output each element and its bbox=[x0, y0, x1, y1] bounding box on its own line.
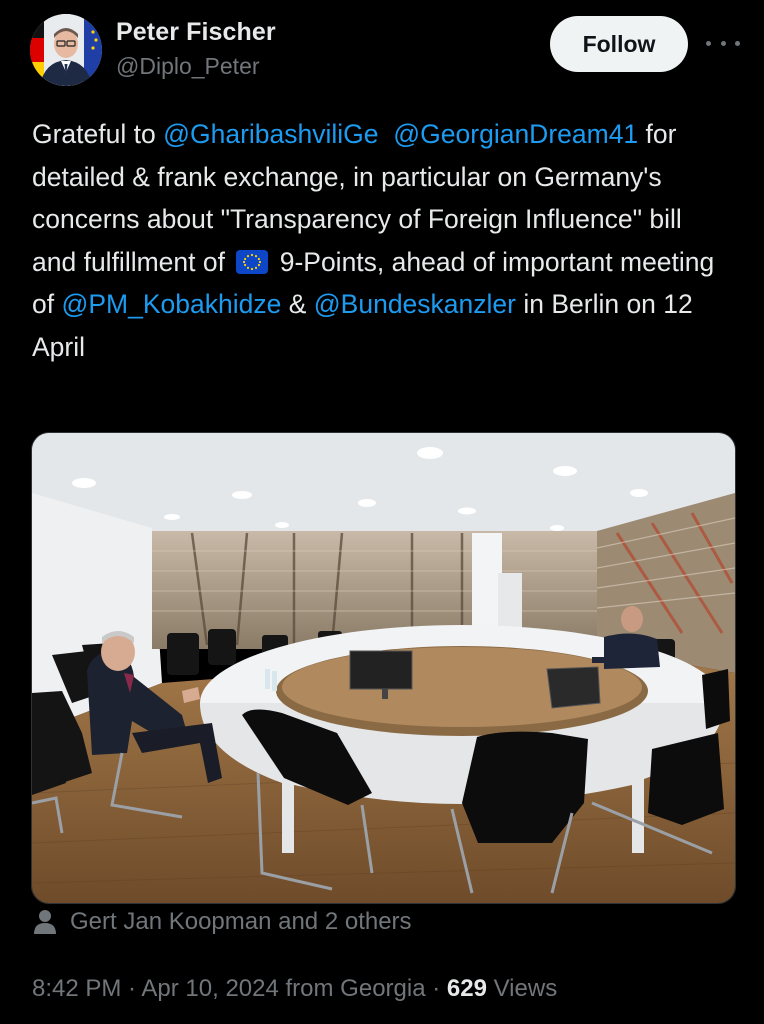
separator: · bbox=[121, 975, 142, 1002]
meeting-room-photo bbox=[32, 433, 735, 903]
views-label: Views bbox=[486, 975, 558, 1002]
views-count: 629 bbox=[446, 975, 487, 1002]
person-icon bbox=[34, 910, 56, 934]
tweet-text-segment: & bbox=[281, 289, 314, 319]
mention-link[interactable]: @PM_Kobakhidze bbox=[61, 289, 281, 319]
tweet-meta: 8:42 PM · Apr 10, 2024 from Georgia · 62… bbox=[32, 975, 557, 1003]
mention-link[interactable]: @GeorgianDream41 bbox=[393, 119, 638, 149]
author-display-name[interactable]: Peter Fischer bbox=[116, 18, 276, 47]
author-handle[interactable]: @Diplo_Peter bbox=[116, 53, 276, 80]
mention-link[interactable]: @GharibashviliGe bbox=[163, 119, 378, 149]
tweet-text: Grateful to @GharibashviliGe @GeorgianDr… bbox=[32, 113, 732, 368]
eu-flag-icon bbox=[236, 249, 269, 274]
tagged-people[interactable]: Gert Jan Koopman and 2 others bbox=[32, 908, 412, 936]
tweet-date-location[interactable]: Apr 10, 2024 from Georgia bbox=[141, 975, 425, 1002]
more-options-icon[interactable] bbox=[706, 28, 740, 58]
tweet-header: Peter Fischer @Diplo_Peter Follow bbox=[30, 14, 740, 88]
tweet-text-segment: Grateful to bbox=[32, 119, 164, 149]
mention-link[interactable]: @Bundeskanzler bbox=[314, 289, 516, 319]
tweet-time[interactable]: 8:42 PM bbox=[32, 975, 121, 1002]
tagged-people-label: Gert Jan Koopman and 2 others bbox=[70, 908, 412, 935]
avatar[interactable] bbox=[30, 14, 102, 86]
tweet-photo[interactable] bbox=[31, 432, 736, 904]
separator: · bbox=[425, 975, 447, 1002]
tweet-text-segment bbox=[379, 119, 394, 149]
follow-button[interactable]: Follow bbox=[550, 16, 688, 72]
